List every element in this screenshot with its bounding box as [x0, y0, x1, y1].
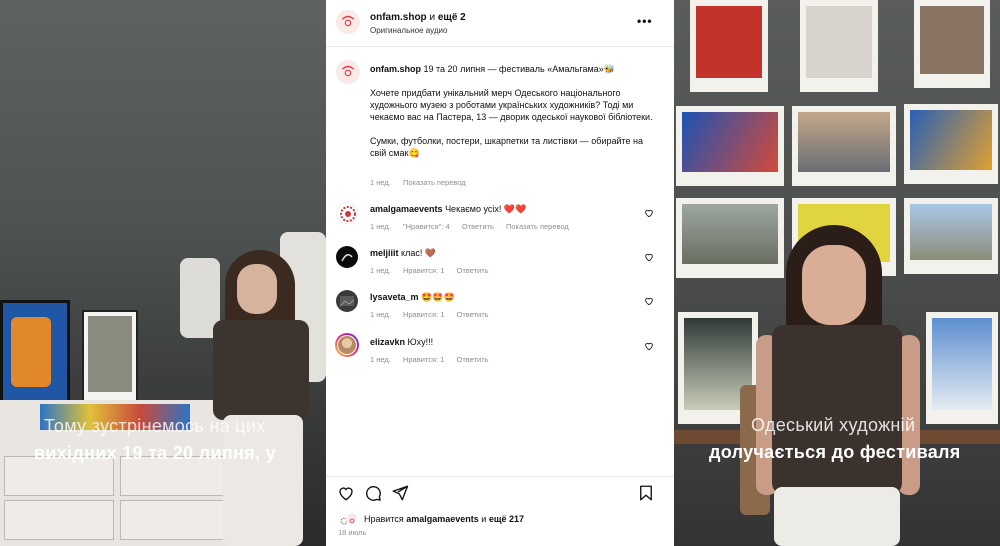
comment-time: 1 нед.: [370, 355, 391, 364]
comment-time: 1 нед.: [370, 266, 391, 275]
post-panel: onfam.shop и ещё 2 Оригинальное аудио ••…: [326, 0, 674, 546]
post-caption: onfam.shop 19 та 20 липня — фестиваль «А…: [370, 63, 660, 159]
post-header-authors[interactable]: onfam.shop и ещё 2: [370, 12, 466, 23]
comment-like-icon[interactable]: [644, 252, 654, 262]
onfam-logo-icon: [337, 61, 359, 83]
original-audio-link[interactable]: Оригинальное аудио: [370, 26, 447, 35]
lysaveta-avatar[interactable]: [336, 290, 358, 312]
likes-username[interactable]: amalgamaevents: [406, 514, 479, 524]
comment-username[interactable]: lysaveta_m: [370, 292, 419, 302]
likes-count[interactable]: ещё 217: [489, 514, 524, 524]
comment-likes-link[interactable]: Нравится: 1: [403, 266, 444, 275]
avatar-image-icon: [339, 296, 355, 307]
reply-link[interactable]: Ответить: [457, 310, 489, 319]
joiner-text: и: [429, 12, 436, 23]
comment-like-icon[interactable]: [644, 208, 654, 218]
author-username[interactable]: onfam.shop: [370, 12, 427, 23]
left-video-preview[interactable]: Тому зустрінемось на цих вихідних 19 та …: [0, 0, 326, 546]
amalgama-logo-icon: [340, 206, 356, 222]
show-translation-link[interactable]: Показать перевод: [506, 222, 569, 231]
likes-summary[interactable]: Нравится amalgamaevents и ещё 217: [364, 514, 524, 524]
artwork-frame: [800, 0, 878, 92]
onfam-avatar[interactable]: [336, 60, 360, 84]
comment-icon[interactable]: [364, 484, 382, 502]
artwork-frame: [690, 0, 768, 92]
post-actions-bar: Нравится amalgamaevents и ещё 217 18 июл…: [326, 476, 674, 546]
person: [205, 250, 315, 546]
artwork-frame: [82, 310, 138, 410]
video-subtitle: вихідних 19 та 20 липня, у: [34, 443, 276, 463]
comment-text: 🤩🤩🤩: [421, 292, 455, 302]
comment-text: Юху!!!: [407, 337, 434, 347]
likes-prefix: Нравится: [364, 514, 404, 524]
comment-meta: 1 нед. Нравится: 1 Ответить: [370, 355, 499, 364]
comment-text: клас! 🤎: [401, 248, 437, 258]
comment: elizavkn Юху!!!: [370, 337, 433, 347]
comment: lysaveta_m 🤩🤩🤩: [370, 292, 455, 303]
likes-joiner: и: [481, 514, 487, 524]
comment-likes-link[interactable]: "Нравится": 4: [403, 222, 450, 231]
artwork-frame: [0, 300, 70, 410]
bookmark-icon[interactable]: [637, 484, 655, 502]
avatar-image-icon: [341, 254, 353, 262]
caption-username[interactable]: onfam.shop: [370, 64, 421, 74]
post-date[interactable]: 18 июль: [338, 528, 366, 537]
caption-paragraph: Хочете придбати унікальний мерч Одеськог…: [370, 88, 653, 122]
share-icon[interactable]: [391, 484, 409, 502]
divider: [326, 46, 674, 47]
comment-text: Чекаємо усіх! ❤️❤️: [445, 204, 527, 214]
comment-time: 1 нед.: [370, 310, 391, 319]
onfam-avatar[interactable]: [336, 10, 360, 34]
reply-link[interactable]: Ответить: [457, 355, 489, 364]
comment-likes-link[interactable]: Нравится: 1: [403, 355, 444, 364]
artwork-frame: [676, 106, 784, 186]
heart-icon[interactable]: [337, 484, 355, 502]
caption-time: 1 нед.: [370, 178, 391, 187]
comment-time: 1 нед.: [370, 222, 391, 231]
onfam-logo-icon: [337, 11, 359, 33]
caption-paragraph: Сумки, футболки, постери, шкарпетки та л…: [370, 136, 644, 158]
caption-first-line: 19 та 20 липня — фестиваль «Амальгама»🐝: [423, 64, 615, 74]
artwork-frame: [904, 104, 998, 184]
comment-like-icon[interactable]: [644, 296, 654, 306]
video-subtitle: Одеський художній: [751, 415, 916, 435]
artwork-frame: [926, 312, 998, 424]
liker-avatar: [346, 512, 358, 524]
meljiiit-avatar[interactable]: [336, 246, 358, 268]
caption-meta: 1 нед. Показать перевод: [370, 178, 476, 187]
comment-username[interactable]: elizavkn: [370, 337, 405, 347]
comment-likes-link[interactable]: Нравится: 1: [403, 310, 444, 319]
more-icon[interactable]: •••: [637, 14, 653, 28]
artwork-frame: [914, 0, 990, 88]
comment-username[interactable]: amalgamaevents: [370, 204, 443, 214]
comment-like-icon[interactable]: [644, 341, 654, 351]
amalgamaevents-avatar[interactable]: [336, 202, 358, 224]
reply-link[interactable]: Ответить: [462, 222, 494, 231]
person: [738, 225, 933, 546]
show-translation-link[interactable]: Показать перевод: [403, 178, 466, 187]
coauthors-link[interactable]: ещё 2: [438, 12, 466, 23]
comment-meta: 1 нед. Нравится: 1 Ответить: [370, 310, 499, 319]
reply-link[interactable]: Ответить: [457, 266, 489, 275]
artwork-frame: [792, 106, 896, 186]
comment-meta: 1 нед. "Нравится": 4 Ответить Показать п…: [370, 222, 579, 231]
video-subtitle: Тому зустрінемось на цих: [44, 416, 266, 436]
video-subtitle: долучається до фестиваля: [709, 442, 961, 462]
comment: amalgamaevents Чекаємо усіх! ❤️❤️: [370, 204, 526, 215]
elizavkn-avatar[interactable]: [335, 333, 359, 357]
comment-meta: 1 нед. Нравится: 1 Ответить: [370, 266, 499, 275]
comment-username[interactable]: meljiiit: [370, 248, 399, 258]
comment: meljiiit клас! 🤎: [370, 248, 436, 259]
